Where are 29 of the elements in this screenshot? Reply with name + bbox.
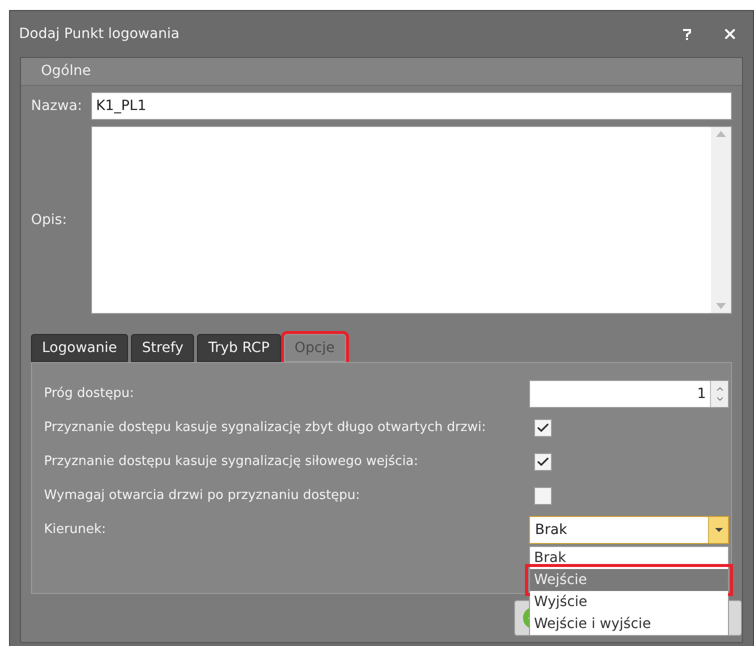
dropdown-value: Brak	[534, 520, 568, 540]
tab[interactable]: Tryb RCP	[197, 334, 281, 362]
spinner-value: 1	[696, 384, 707, 404]
field-label: Nazwa:	[31, 96, 84, 116]
checkbox[interactable]	[534, 453, 552, 471]
option-label: Próg dostępu:	[44, 385, 135, 404]
checkbox[interactable]	[534, 487, 552, 505]
caret-icon	[714, 528, 722, 532]
group-title: Ogólne	[41, 62, 91, 81]
checkbox[interactable]	[534, 419, 552, 437]
dropdown-option[interactable]: Wejście	[530, 569, 728, 591]
check-icon	[536, 421, 550, 435]
window-title: Dodaj Punkt logowania	[19, 24, 180, 44]
dropdown-arrow-button[interactable]	[708, 517, 728, 543]
option-label: Przyznanie dostępu kasuje sygnalizację siłowego wejścia:	[44, 453, 420, 472]
help-icon[interactable]	[682, 28, 692, 40]
option-label: Przyznanie dostępu kasuje sygnalizację zbyt długo otwartych drzwi:	[44, 419, 487, 438]
option-label: Wymagaj otwarcia drzwi po przyznaniu dostępu:	[44, 487, 361, 506]
name-field[interactable]: K1_PL1	[91, 92, 732, 120]
check-icon	[536, 455, 550, 469]
description-field[interactable]	[91, 126, 732, 314]
spin-buttons[interactable]	[710, 381, 728, 407]
option-label: Kierunek:	[44, 521, 107, 540]
spinner-field[interactable]: 1	[529, 380, 729, 408]
field-label: Opis:	[31, 210, 68, 230]
tab[interactable]: Strefy	[130, 334, 194, 362]
dropdown[interactable]: Brak	[529, 516, 729, 544]
tab[interactable]: Logowanie	[31, 334, 128, 362]
close-icon[interactable]	[722, 26, 738, 42]
